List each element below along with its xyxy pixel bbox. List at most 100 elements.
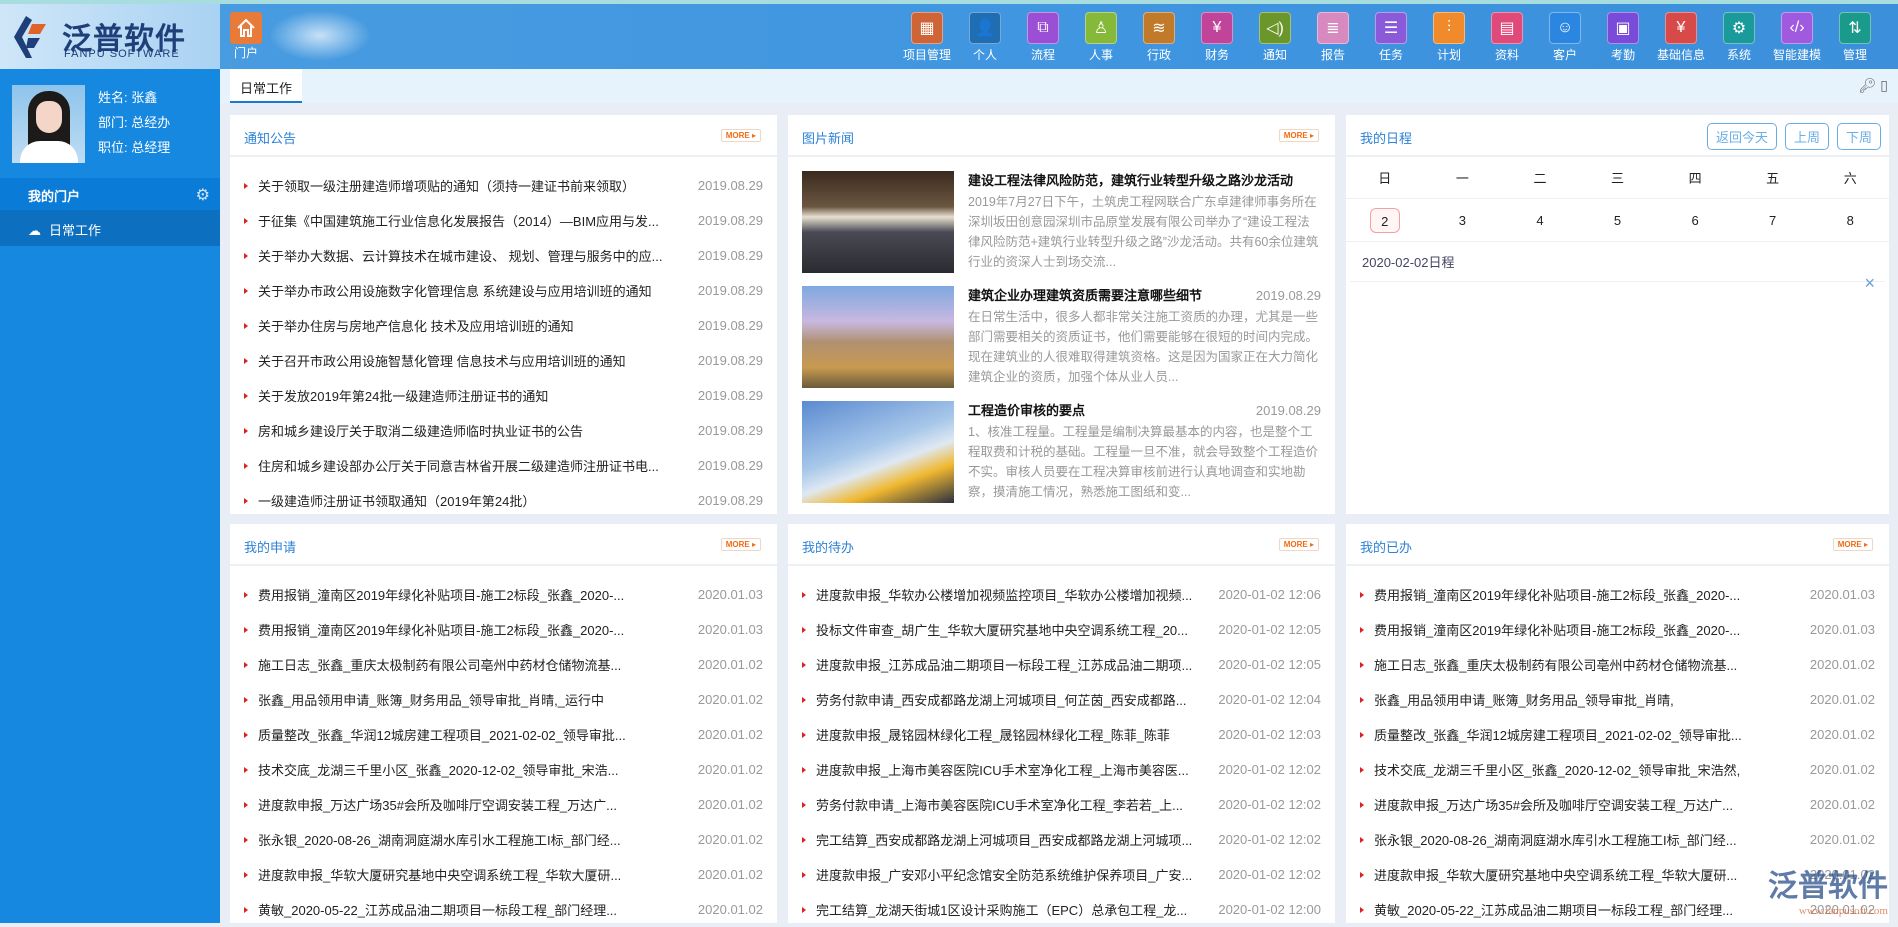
item-date: 2020.01.02 bbox=[697, 692, 763, 707]
weekday-label: 日 bbox=[1378, 171, 1392, 186]
list-item[interactable]: 施工日志_张鑫_重庆太极制药有限公司亳州中药材仓储物流基... 2020.01.0… bbox=[230, 647, 777, 682]
sidebar-item-daily-work[interactable]: ☁ 日常工作 bbox=[0, 210, 220, 246]
list-item[interactable]: 张鑫_用品领用申请_账簿_财务用品_领导审批_肖晴, 2020.01.02 bbox=[1346, 682, 1889, 717]
list-item[interactable]: 进度款申报_广安邓小平纪念馆安全防范系统维护保养项目_广安... 2020-01-… bbox=[788, 857, 1335, 892]
list-item[interactable]: 房和城乡建设厅关于取消二级建造师临时执业证书的公告 2019.08.29 bbox=[230, 413, 777, 448]
list-item[interactable]: 费用报销_潼南区2019年绿化补贴项目-施工2标段_张鑫_2020-... 202… bbox=[230, 577, 777, 612]
nav-item-0[interactable]: ▦ 项目管理 bbox=[898, 12, 956, 63]
tab-daily-work[interactable]: 日常工作 bbox=[230, 69, 303, 103]
list-item[interactable]: 关于召开市政公用设施智慧化管理 信息技术与应用培训班的通知 2019.08.29 bbox=[230, 343, 777, 378]
news-title[interactable]: 建设工程法律风险防范，建筑行业转型升级之路沙龙活动 bbox=[968, 171, 1293, 191]
calendar-day[interactable]: 8 bbox=[1811, 208, 1889, 233]
back-to-today-button[interactable]: 返回今天 bbox=[1706, 123, 1777, 150]
list-item[interactable]: 投标文件审查_胡广生_华软大厦研究基地中央空调系统工程_20... 2020-01… bbox=[788, 612, 1335, 647]
list-item[interactable]: 费用报销_潼南区2019年绿化补贴项目-施工2标段_张鑫_2020-... 202… bbox=[1346, 577, 1889, 612]
prev-week-button[interactable]: 上周 bbox=[1784, 123, 1829, 150]
calendar-day[interactable]: 3 bbox=[1424, 208, 1502, 233]
bullet-arrow-icon bbox=[244, 731, 248, 738]
list-item[interactable]: 完工结算_西安成都路龙湖上河城项目_西安成都路龙湖上河城项... 2020-01-… bbox=[788, 822, 1335, 857]
news-title[interactable]: 建筑企业办理建筑资质需要注意哪些细节 bbox=[968, 286, 1202, 306]
more-button[interactable]: MORE ▸ bbox=[720, 538, 761, 551]
calendar-day[interactable]: 4 bbox=[1501, 208, 1579, 233]
list-item[interactable]: 进度款申报_华软大厦研究基地中央空调系统工程_华软大厦研... 2020.01.0… bbox=[230, 857, 777, 892]
calendar-day[interactable]: 6 bbox=[1656, 208, 1734, 233]
nav-item-9[interactable]: ⫶ 计划 bbox=[1420, 12, 1478, 63]
calendar-day[interactable]: 7 bbox=[1734, 208, 1812, 233]
news-title-row: 建设工程法律风险防范，建筑行业转型升级之路沙龙活动 bbox=[968, 171, 1321, 191]
nav-item-7[interactable]: ≣ 报告 bbox=[1304, 12, 1362, 63]
list-item[interactable]: 技术交底_龙湖三千里小区_张鑫_2020-12-02_领导审批_宋浩... 202… bbox=[230, 752, 777, 787]
nav-item-15[interactable]: ‹/› 智能建模 bbox=[1768, 12, 1826, 63]
nav-item-13[interactable]: ¥ 基础信息 bbox=[1652, 12, 1710, 63]
nav-item-3[interactable]: ♙ 人事 bbox=[1072, 12, 1130, 63]
list-item[interactable]: 于征集《中国建筑施工行业信息化发展报告（2014）—BIM应用与发... 2019… bbox=[230, 203, 777, 238]
list-item[interactable]: 劳务付款申请_西安成都路龙湖上河城项目_何芷茵_西安成都路... 2020-01-… bbox=[788, 682, 1335, 717]
list-item[interactable]: 一级建造师注册证书领取通知（2019年第24批） 2019.08.29 bbox=[230, 483, 777, 518]
sidebar: 姓名: 张鑫 部门: 总经办 职位: 总经理 我的门户 ⚙ ☁ 日常工作 bbox=[0, 69, 220, 923]
nav-item-6[interactable]: ◁) 通知 bbox=[1246, 12, 1304, 63]
list-item[interactable]: 技术交底_龙湖三千里小区_张鑫_2020-12-02_领导审批_宋浩然, 2020… bbox=[1346, 752, 1889, 787]
news-image[interactable] bbox=[802, 401, 954, 503]
news-item[interactable]: 建筑企业办理建筑资质需要注意哪些细节 2019.08.29 在日常生活中，很多人都非… bbox=[802, 286, 1321, 401]
list-item[interactable]: 进度款申报_华软办公楼增加视频监控项目_华软办公楼增加视频... 2020-01-… bbox=[788, 577, 1335, 612]
nav-item-label: 管理 bbox=[1842, 48, 1867, 62]
calendar-day[interactable]: 2 bbox=[1346, 207, 1424, 233]
nav-item-10[interactable]: ▤ 资料 bbox=[1478, 12, 1536, 63]
list-item[interactable]: 关于举办住房与房地产信息化 技术及应用培训班的通知 2019.08.29 bbox=[230, 308, 777, 343]
list-item[interactable]: 进度款申报_晟铭园林绿化工程_晟铭园林绿化工程_陈菲_陈菲 2020-01-02 … bbox=[788, 717, 1335, 752]
list-item[interactable]: 施工日志_张鑫_重庆太极制药有限公司亳州中药材仓储物流基... 2020.01.0… bbox=[1346, 647, 1889, 682]
list-item[interactable]: 进度款申报_万达广场35#会所及咖啡厅空调安装工程_万达广... 2020.01.… bbox=[230, 787, 777, 822]
list-item[interactable]: 进度款申报_江苏成品油二期项目一标段工程_江苏成品油二期项... 2020-01-… bbox=[788, 647, 1335, 682]
news-image[interactable] bbox=[802, 286, 954, 388]
list-item[interactable]: 质量整改_张鑫_华润12城房建工程项目_2021-02-02_领导审批... 20… bbox=[230, 717, 777, 752]
list-item[interactable]: 张鑫_用品领用申请_账簿_财务用品_领导审批_肖晴,_运行中 2020.01.02 bbox=[230, 682, 777, 717]
list-item[interactable]: 关于领取一级注册建造师增项贴的通知（须持一建证书前来领取） 2019.08.29 bbox=[230, 168, 777, 203]
news-item[interactable]: 工程造价审核的要点 2019.08.29 1、核准工程量。工程量是编制决算最基本的内… bbox=[802, 401, 1321, 516]
news-title-row: 建筑企业办理建筑资质需要注意哪些细节 2019.08.29 bbox=[968, 286, 1321, 306]
nav-item-16[interactable]: ⇅ 管理 bbox=[1826, 12, 1884, 63]
news-summary: 在日常生活中，很多人都非常关注施工资质的办理，尤其是一些部门需要相关的资质证书，… bbox=[968, 310, 1319, 384]
bullet-arrow-icon bbox=[244, 357, 248, 364]
list-item[interactable]: 关于举办市政公用设施数字化管理信息 系统建设与应用培训班的通知 2019.08.2… bbox=[230, 273, 777, 308]
more-button[interactable]: MORE ▸ bbox=[1278, 538, 1319, 551]
list-item[interactable]: 张永银_2020-08-26_湖南洞庭湖水库引水工程施工I标_部门经... 202… bbox=[1346, 822, 1889, 857]
nav-item-14[interactable]: ⚙ 系统 bbox=[1710, 12, 1768, 63]
nav-item-8[interactable]: ☰ 任务 bbox=[1362, 12, 1420, 63]
sidebar-section-my-portal[interactable]: 我的门户 ⚙ bbox=[0, 178, 220, 210]
news-item[interactable]: 建设工程法律风险防范，建筑行业转型升级之路沙龙活动 2019年7月27日下午，土筑… bbox=[802, 171, 1321, 286]
next-week-button[interactable]: 下周 bbox=[1836, 123, 1881, 150]
list-item[interactable]: 劳务付款申请_上海市美容医院ICU手术室净化工程_李若若_上... 2020-01… bbox=[788, 787, 1335, 822]
list-item[interactable]: 进度款申报_上海市美容医院ICU手术室净化工程_上海市美容医... 2020-01… bbox=[788, 752, 1335, 787]
list-item[interactable]: 质量整改_张鑫_华润12城房建工程项目_2021-02-02_领导审批... 20… bbox=[1346, 717, 1889, 752]
calendar-day[interactable]: 5 bbox=[1579, 208, 1657, 233]
list-item[interactable]: 住房和城乡建设部办公厅关于同意吉林省开展二级建造师注册证书电... 2019.08… bbox=[230, 448, 777, 483]
nav-item-4[interactable]: ≋ 行政 bbox=[1130, 12, 1188, 63]
item-date: 2020.01.03 bbox=[1809, 622, 1875, 637]
more-button[interactable]: MORE ▸ bbox=[1278, 129, 1319, 142]
nav-item-2[interactable]: ⧉ 流程 bbox=[1014, 12, 1072, 63]
nav-home[interactable]: 门户 bbox=[230, 12, 262, 61]
list-item[interactable]: 进度款申报_万达广场35#会所及咖啡厅空调安装工程_万达广... 2020.01.… bbox=[1346, 787, 1889, 822]
panel-title: 通知公告 bbox=[244, 131, 297, 146]
news-title[interactable]: 工程造价审核的要点 bbox=[968, 401, 1085, 421]
more-button[interactable]: MORE ▸ bbox=[720, 129, 761, 142]
list-item[interactable]: 关于举办大数据、云计算技术在城市建设、 规划、管理与服务中的应... 2019.0… bbox=[230, 238, 777, 273]
tab-bar: 日常工作 🔑︎ ▯ bbox=[220, 69, 1898, 103]
list-item[interactable]: 费用报销_潼南区2019年绿化补贴项目-施工2标段_张鑫_2020-... 202… bbox=[230, 612, 777, 647]
nav-item-11[interactable]: ☺ 客户 bbox=[1536, 12, 1594, 63]
weekday-label: 三 bbox=[1611, 171, 1625, 186]
news-image[interactable] bbox=[802, 171, 954, 273]
key-icon[interactable]: 🔑︎ ▯ bbox=[1859, 77, 1888, 94]
todo-panel: 我的待办 MORE ▸ 进度款申报_华软办公楼增加视频监控项目_华软办公楼增加视频… bbox=[788, 524, 1335, 923]
gear-icon[interactable]: ⚙ bbox=[196, 185, 210, 205]
nav-item-12[interactable]: ▣ 考勤 bbox=[1594, 12, 1652, 63]
list-item[interactable]: 关于发放2019年第24批一级建造师注册证书的通知 2019.08.29 bbox=[230, 378, 777, 413]
list-item[interactable]: 张永银_2020-08-26_湖南洞庭湖水库引水工程施工I标_部门经... 202… bbox=[230, 822, 777, 857]
more-button[interactable]: MORE ▸ bbox=[1832, 538, 1873, 551]
nav-item-5[interactable]: ¥ 财务 bbox=[1188, 12, 1246, 63]
list-item[interactable]: 费用报销_潼南区2019年绿化补贴项目-施工2标段_张鑫_2020-... 202… bbox=[1346, 612, 1889, 647]
nav-item-1[interactable]: 👤 个人 bbox=[956, 12, 1014, 63]
list-item[interactable]: 黄敏_2020-05-22_江苏成品油二期项目一标段工程_部门经理... 2020… bbox=[230, 892, 777, 927]
list-item[interactable]: 完工结算_龙湖天街城1区设计采购施工（EPC）总承包工程_龙... 2020-01… bbox=[788, 892, 1335, 927]
close-icon[interactable]: × bbox=[1864, 273, 1875, 294]
